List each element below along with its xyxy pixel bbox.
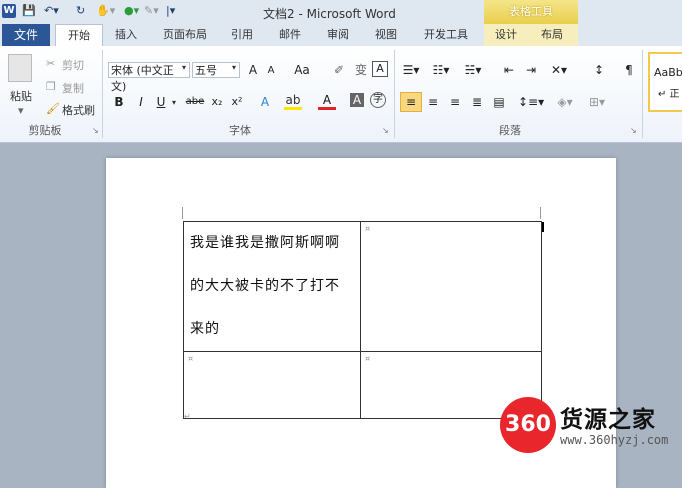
cell-text-line: 来的	[190, 321, 220, 337]
tab-design[interactable]: 设计	[488, 24, 524, 46]
enclose-character-icon[interactable]: 字	[370, 92, 386, 108]
character-shading-button[interactable]: A	[350, 93, 364, 107]
underline-dropdown-icon[interactable]: ▾	[172, 98, 176, 107]
tab-view[interactable]: 视图	[368, 24, 404, 46]
italic-button[interactable]: I	[132, 93, 150, 111]
watermark-url: www.360hyzj.com	[560, 433, 669, 447]
chinese-layout-icon[interactable]: ✕▾	[550, 61, 568, 79]
subscript-button[interactable]: x₂	[208, 93, 226, 111]
distribute-button[interactable]: ▤	[490, 93, 508, 111]
cut-button[interactable]: 剪切	[62, 57, 84, 73]
superscript-button[interactable]: x²	[228, 93, 246, 111]
tab-mailings[interactable]: 邮件	[272, 24, 308, 46]
change-case-button[interactable]: Aa	[290, 61, 314, 79]
increase-indent-icon[interactable]: ⇥	[522, 61, 540, 79]
numbering-icon[interactable]: ☷▾	[432, 61, 450, 79]
phonetic-guide-icon[interactable]: 变	[352, 61, 370, 79]
table-tools-header: 表格工具	[484, 0, 578, 24]
text-cursor	[542, 222, 544, 232]
window-title: 文档2 - Microsoft Word	[263, 7, 396, 21]
watermark-logo: 360	[500, 397, 556, 453]
copy-icon[interactable]: ❐	[46, 80, 56, 93]
tab-references[interactable]: 引用	[224, 24, 260, 46]
justify-button[interactable]: ≣	[468, 93, 486, 111]
align-left-button[interactable]: ≡	[400, 92, 422, 112]
group-separator	[642, 50, 643, 138]
color-icon[interactable]: ●▾	[124, 4, 139, 18]
paragraph-group-label: 段落	[499, 124, 521, 137]
show-marks-icon[interactable]: ¶	[620, 61, 638, 79]
paragraph-mark: ↵	[184, 412, 191, 421]
style-normal[interactable]: AaBb ↵ 正	[648, 52, 682, 112]
cell-end-mark: ¤	[365, 224, 371, 233]
borders-icon[interactable]: ⊞▾	[588, 93, 606, 111]
character-border-icon[interactable]: A	[372, 61, 388, 77]
font-name-dropdown-icon[interactable]: ▾	[182, 63, 186, 72]
decrease-indent-icon[interactable]: ⇤	[500, 61, 518, 79]
font-size-dropdown-icon[interactable]: ▾	[232, 63, 236, 72]
tab-review[interactable]: 审阅	[320, 24, 356, 46]
group-separator	[102, 50, 103, 138]
align-right-button[interactable]: ≡	[446, 93, 464, 111]
shrink-font-button[interactable]: A	[262, 62, 280, 80]
bold-button[interactable]: B	[110, 93, 128, 111]
undo-icon[interactable]: ↶▾	[44, 4, 59, 18]
format-painter-button[interactable]: 格式刷	[62, 102, 95, 118]
margin-mark	[540, 207, 541, 219]
bullets-icon[interactable]: ☰▾	[402, 61, 420, 79]
cell-text-line: 的大大被卡的不了打不	[190, 278, 340, 294]
font-launcher-icon[interactable]: ↘	[382, 126, 389, 135]
cut-icon[interactable]: ✂	[46, 57, 55, 70]
strikethrough-button[interactable]: abe	[184, 93, 206, 111]
clear-format-icon[interactable]: ✎▾	[144, 4, 159, 18]
clipboard-group-label: 剪贴板	[28, 124, 62, 137]
multilevel-list-icon[interactable]: ☵▾	[464, 61, 482, 79]
table-cell[interactable]: ¤	[183, 351, 361, 419]
shading-icon[interactable]: ◈▾	[556, 93, 574, 111]
touch-mode-icon[interactable]: ✋▾	[96, 4, 115, 18]
redo-icon[interactable]: ↻	[76, 4, 85, 18]
tab-insert[interactable]: 插入	[108, 24, 144, 46]
cell-end-mark: ¤	[365, 354, 371, 363]
font-group-label: 字体	[229, 124, 251, 137]
tab-home[interactable]: 开始	[55, 24, 103, 47]
paragraph-launcher-icon[interactable]: ↘	[630, 126, 637, 135]
save-icon[interactable]: 💾	[22, 4, 36, 18]
font-name-combo[interactable]: 宋体 (中文正文)	[108, 62, 190, 93]
table-cell[interactable]: 我是谁我是撒阿斯啊啊 的大大被卡的不了打不 来的	[183, 221, 361, 352]
watermark-title: 货源之家	[560, 407, 656, 433]
grow-font-button[interactable]: A	[244, 61, 262, 79]
sort-icon[interactable]: ↕	[590, 61, 608, 79]
copy-button[interactable]: 复制	[62, 80, 84, 96]
align-center-button[interactable]: ≡	[424, 93, 442, 111]
highlight-icon[interactable]: ab	[284, 93, 302, 110]
paste-icon[interactable]	[8, 54, 32, 82]
underline-button[interactable]: U	[152, 93, 170, 111]
tab-page-layout[interactable]: 页面布局	[154, 24, 216, 46]
style-sample-sub: ↵ 正	[658, 89, 680, 100]
tab-developer[interactable]: 开发工具	[416, 24, 476, 46]
clear-formatting-icon[interactable]: ✐	[330, 61, 348, 79]
paste-dropdown-icon[interactable]: ▾	[18, 104, 24, 117]
cell-text-line: 我是谁我是撒阿斯啊啊	[190, 235, 340, 251]
table-move-handle[interactable]	[182, 207, 191, 219]
clipboard-launcher-icon[interactable]: ↘	[92, 126, 99, 135]
style-sample: AaBb	[654, 66, 682, 79]
tab-layout[interactable]: 布局	[534, 24, 570, 46]
tab-file[interactable]: 文件	[2, 24, 50, 46]
table-cell[interactable]: ¤	[360, 221, 542, 352]
cell-end-mark: ¤	[188, 354, 194, 363]
format-painter-icon[interactable]: 🖌	[46, 102, 60, 115]
word-app-icon[interactable]: W	[2, 4, 16, 18]
document-table[interactable]: 我是谁我是撒阿斯啊啊 的大大被卡的不了打不 来的 ¤ ¤ ¤	[183, 221, 542, 419]
paste-button[interactable]: 粘贴	[10, 88, 32, 104]
group-separator	[394, 50, 395, 138]
font-color-button[interactable]: A	[318, 93, 336, 110]
text-effects-icon[interactable]: A	[256, 93, 274, 111]
customize-qat-icon[interactable]: |▾	[166, 4, 175, 18]
line-spacing-icon[interactable]: ↕≡▾	[518, 93, 544, 111]
